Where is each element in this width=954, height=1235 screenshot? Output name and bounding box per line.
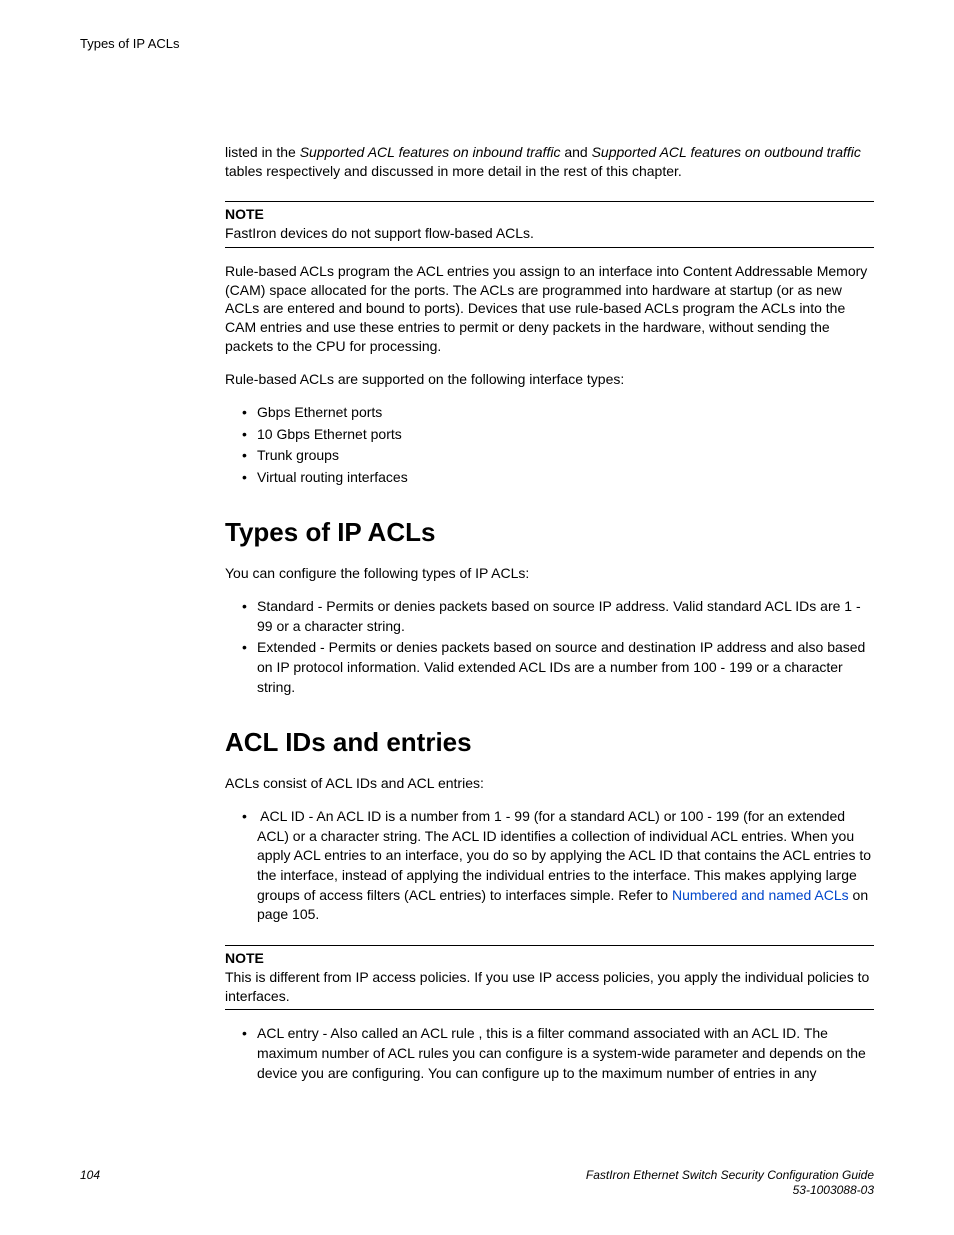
body-paragraph: ACLs consist of ACL IDs and ACL entries: [225, 774, 874, 793]
page-number: 104 [80, 1168, 100, 1182]
cross-ref-link[interactable]: Numbered and named ACLs [672, 887, 849, 903]
note-text: FastIron devices do not support flow-bas… [225, 224, 874, 243]
body-paragraph: You can configure the following types of… [225, 564, 874, 583]
interface-types-list: Gbps Ethernet ports 10 Gbps Ethernet por… [225, 403, 874, 487]
acl-types-list: Standard - Permits or denies packets bas… [225, 597, 874, 697]
text: tables respectively and discussed in mor… [225, 163, 682, 179]
body-paragraph: Rule-based ACLs program the ACL entries … [225, 262, 874, 356]
divider [225, 247, 874, 248]
list-item: ACL entry - Also called an ACL rule , th… [225, 1024, 874, 1083]
footer-line-2: 53-1003088-03 [586, 1183, 874, 1199]
note-label: NOTE [225, 950, 264, 966]
divider [225, 945, 874, 946]
list-item: Standard - Permits or denies packets bas… [225, 597, 874, 636]
list-item: Gbps Ethernet ports [225, 403, 874, 423]
footer-line-1: FastIron Ethernet Switch Security Config… [586, 1168, 874, 1184]
acl-ids-list-cont: ACL entry - Also called an ACL rule , th… [225, 1024, 874, 1083]
page-footer: 104 FastIron Ethernet Switch Security Co… [80, 1168, 874, 1199]
body-paragraph: Rule-based ACLs are supported on the fol… [225, 370, 874, 389]
italic-ref-1: Supported ACL features on inbound traffi… [300, 144, 561, 160]
intro-paragraph: listed in the Supported ACL features on … [225, 143, 874, 181]
list-item: Extended - Permits or denies packets bas… [225, 638, 874, 697]
running-header: Types of IP ACLs [80, 36, 874, 51]
heading-types-of-ip-acls: Types of IP ACLs [225, 517, 874, 548]
note-label: NOTE [225, 206, 264, 222]
list-item: ACL ID - An ACL ID is a number from 1 - … [225, 807, 874, 925]
note-text: This is different from IP access policie… [225, 968, 874, 1006]
footer-guide-title: FastIron Ethernet Switch Security Config… [586, 1168, 874, 1199]
list-item: 10 Gbps Ethernet ports [225, 425, 874, 445]
note-block: NOTE FastIron devices do not support flo… [225, 201, 874, 248]
text: and [560, 144, 591, 160]
list-item: Trunk groups [225, 446, 874, 466]
note-block: NOTE This is different from IP access po… [225, 945, 874, 1011]
divider [225, 201, 874, 202]
divider [225, 1009, 874, 1010]
text: listed in the [225, 144, 300, 160]
heading-acl-ids-and-entries: ACL IDs and entries [225, 727, 874, 758]
acl-ids-list: ACL ID - An ACL ID is a number from 1 - … [225, 807, 874, 925]
list-item: Virtual routing interfaces [225, 468, 874, 488]
italic-ref-2: Supported ACL features on outbound traff… [592, 144, 861, 160]
